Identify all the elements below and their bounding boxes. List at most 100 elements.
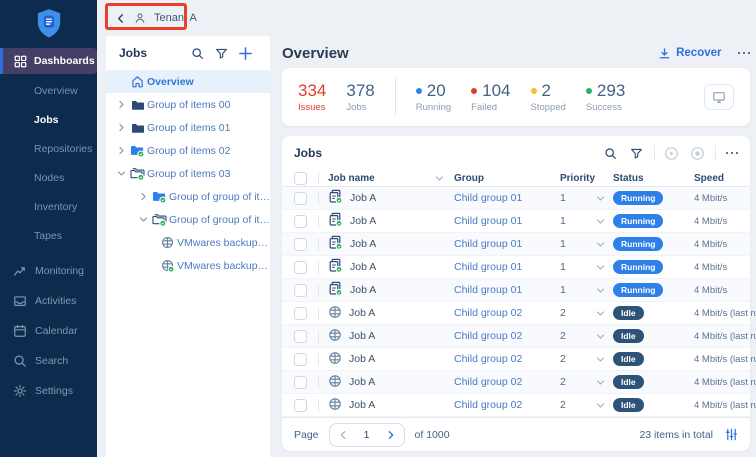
table-row[interactable]: Job AChild group 011Running4 Mbit/s <box>282 187 750 210</box>
chevron-down-icon[interactable] <box>596 263 605 272</box>
sidebar-item-overview[interactable]: Overview <box>0 76 97 105</box>
column-job-name[interactable]: Job name <box>328 173 375 184</box>
sidebar-item-jobs[interactable]: Jobs <box>0 105 97 134</box>
chevron-down-icon[interactable] <box>596 401 605 410</box>
row-checkbox[interactable] <box>294 215 307 228</box>
sidebar-item-activities[interactable]: Activities <box>0 286 97 316</box>
row-checkbox[interactable] <box>294 376 307 389</box>
chevron-right-icon[interactable] <box>114 123 128 132</box>
column-speed[interactable]: Speed <box>694 173 738 184</box>
tree-item-group-02[interactable]: Group of items 02 <box>106 139 270 162</box>
row-checkbox[interactable] <box>294 399 307 412</box>
next-page-icon[interactable] <box>386 430 396 440</box>
add-icon[interactable] <box>233 46 257 61</box>
chevron-down-icon[interactable] <box>596 286 605 295</box>
chevron-right-icon[interactable] <box>136 192 150 201</box>
job-group[interactable]: Child group 02 <box>454 376 560 388</box>
row-checkbox[interactable] <box>294 330 307 343</box>
sidebar-item-search[interactable]: Search <box>0 346 97 376</box>
chevron-down-icon[interactable] <box>435 174 444 183</box>
chevron-down-icon[interactable] <box>596 240 605 249</box>
job-group[interactable]: Child group 01 <box>454 284 560 296</box>
table-row[interactable]: Job AChild group 011Running4 Mbit/s <box>282 210 750 233</box>
table-row[interactable]: Job AChild group 011Running4 Mbit/s <box>282 279 750 302</box>
start-job-icon[interactable] <box>659 146 685 161</box>
job-name[interactable]: Job A <box>350 261 376 273</box>
chevron-down-icon[interactable] <box>136 215 150 224</box>
filter-icon[interactable] <box>624 147 650 160</box>
chevron-down-icon[interactable] <box>596 194 605 203</box>
table-row[interactable]: Job AChild group 022Idle4 Mbit/s (last r… <box>282 325 750 348</box>
more-menu-icon[interactable] <box>738 52 751 55</box>
job-group[interactable]: Child group 01 <box>454 238 560 250</box>
job-group[interactable]: Child group 02 <box>454 399 560 411</box>
job-name[interactable]: Job A <box>349 353 375 365</box>
chevron-right-icon[interactable] <box>114 100 128 109</box>
tree-item-group-of-group-00[interactable]: Group of group of items 00 <box>106 185 270 208</box>
job-group[interactable]: Child group 02 <box>454 353 560 365</box>
row-checkbox[interactable] <box>294 307 307 320</box>
sidebar-item-inventory[interactable]: Inventory <box>0 192 97 221</box>
sidebar-item-tapes[interactable]: Tapes <box>0 221 97 250</box>
table-row[interactable]: Job AChild group 022Idle4 Mbit/s (last r… <box>282 348 750 371</box>
chevron-right-icon[interactable] <box>114 146 128 155</box>
chevron-down-icon[interactable] <box>596 217 605 226</box>
job-name[interactable]: Job A <box>350 238 376 250</box>
select-all-checkbox[interactable] <box>294 172 307 185</box>
search-icon[interactable] <box>185 47 209 60</box>
tree-item-group-01[interactable]: Group of items 01 <box>106 116 270 139</box>
more-menu-icon[interactable] <box>726 152 739 155</box>
chevron-down-icon[interactable] <box>596 355 605 364</box>
row-checkbox[interactable] <box>294 261 307 274</box>
filter-icon[interactable] <box>209 47 233 60</box>
job-group[interactable]: Child group 02 <box>454 307 560 319</box>
tree-item-group-of-group-o[interactable]: Group of group of items o... <box>106 208 270 231</box>
job-name[interactable]: Job A <box>350 284 376 296</box>
current-page[interactable]: 1 <box>364 429 370 441</box>
table-row[interactable]: Job AChild group 011Running4 Mbit/s <box>282 256 750 279</box>
column-status[interactable]: Status <box>613 173 694 184</box>
prev-page-icon[interactable] <box>338 430 348 440</box>
column-settings-icon[interactable] <box>725 428 738 441</box>
job-name[interactable]: Job A <box>349 399 375 411</box>
sidebar-item-nodes[interactable]: Nodes <box>0 163 97 192</box>
column-priority[interactable]: Priority <box>560 173 613 184</box>
job-name[interactable]: Job A <box>349 307 375 319</box>
recover-button[interactable]: Recover <box>658 47 721 60</box>
job-group[interactable]: Child group 02 <box>454 330 560 342</box>
tree-item-group-03[interactable]: Group of items 03 <box>106 162 270 185</box>
tenant-name[interactable]: Tenant A <box>154 12 197 24</box>
sidebar-item-calendar[interactable]: Calendar <box>0 316 97 346</box>
job-group[interactable]: Child group 01 <box>454 192 560 204</box>
sidebar-item-dashboards[interactable]: Dashboards <box>0 48 97 74</box>
table-row[interactable]: Job AChild group 022Idle4 Mbit/s (last r… <box>282 302 750 325</box>
column-group[interactable]: Group <box>454 173 560 184</box>
table-row[interactable]: Job AChild group 022Idle4 Mbit/s (last r… <box>282 371 750 394</box>
row-checkbox[interactable] <box>294 284 307 297</box>
stop-job-icon[interactable] <box>685 146 711 161</box>
job-name[interactable]: Job A <box>349 376 375 388</box>
tree-item-vmware-backup-2[interactable]: VMwares backup jo... <box>106 254 270 277</box>
job-name[interactable]: Job A <box>349 330 375 342</box>
table-row[interactable]: Job AChild group 022Idle4 Mbit/s (last r… <box>282 394 750 417</box>
chevron-down-icon[interactable] <box>596 332 605 341</box>
job-name[interactable]: Job A <box>350 215 376 227</box>
tree-item-vmware-backup-1[interactable]: VMwares backup j0... <box>106 231 270 254</box>
back-chevron-icon[interactable] <box>115 13 126 24</box>
table-row[interactable]: Job AChild group 011Running4 Mbit/s <box>282 233 750 256</box>
chevron-down-icon[interactable] <box>596 378 605 387</box>
sidebar-item-repositories[interactable]: Repositories <box>0 134 97 163</box>
row-checkbox[interactable] <box>294 192 307 205</box>
sidebar-item-settings[interactable]: Settings <box>0 376 97 406</box>
search-icon[interactable] <box>598 147 624 160</box>
chevron-down-icon[interactable] <box>596 309 605 318</box>
tree-item-group-00[interactable]: Group of items 00 <box>106 93 270 116</box>
chevron-down-icon[interactable] <box>114 169 128 178</box>
sidebar-item-monitoring[interactable]: Monitoring <box>0 256 97 286</box>
job-group[interactable]: Child group 01 <box>454 215 560 227</box>
row-checkbox[interactable] <box>294 353 307 366</box>
job-group[interactable]: Child group 01 <box>454 261 560 273</box>
job-name[interactable]: Job A <box>350 192 376 204</box>
row-checkbox[interactable] <box>294 238 307 251</box>
monitor-view-button[interactable] <box>704 84 734 110</box>
